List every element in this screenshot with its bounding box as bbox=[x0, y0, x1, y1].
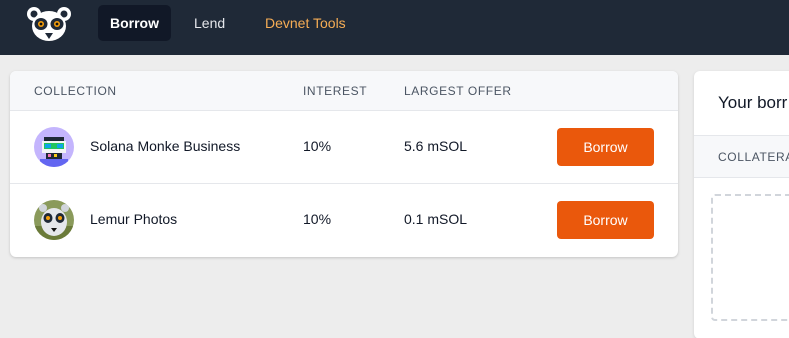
lemur-photo-avatar-icon bbox=[34, 200, 74, 240]
borrow-button[interactable]: Borrow bbox=[557, 201, 654, 239]
header-collection: COLLECTION bbox=[34, 84, 117, 98]
largest-offer-value: 5.6 mSOL bbox=[404, 138, 468, 154]
top-nav-bar: Borrow Lend Devnet Tools bbox=[0, 0, 789, 55]
interest-value: 10% bbox=[303, 138, 332, 154]
collections-table: COLLECTION INTEREST LARGEST OFFER Solana… bbox=[10, 71, 678, 257]
header-interest: INTEREST bbox=[303, 84, 368, 98]
table-header: COLLECTION INTEREST LARGEST OFFER bbox=[10, 71, 678, 111]
largest-offer-value: 0.1 mSOL bbox=[404, 211, 468, 227]
collection-name: Solana Monke Business bbox=[90, 138, 241, 154]
nav-devnet-tools[interactable]: Devnet Tools bbox=[253, 5, 358, 41]
your-borrowings-panel: Your borr COLLATERA bbox=[694, 71, 789, 338]
panel-table-header: COLLATERA bbox=[694, 135, 789, 178]
table-row: Solana Monke Business 10% 5.6 mSOL Borro… bbox=[10, 111, 678, 184]
table-row: Lemur Photos 10% 0.1 mSOL Borrow bbox=[10, 184, 678, 257]
interest-value: 10% bbox=[303, 211, 332, 227]
header-largest-offer: LARGEST OFFER bbox=[404, 84, 512, 98]
lemur-logo-icon[interactable] bbox=[26, 5, 72, 45]
nav-borrow[interactable]: Borrow bbox=[98, 5, 171, 41]
borrow-button[interactable]: Borrow bbox=[557, 128, 654, 166]
solana-monke-avatar-icon bbox=[34, 127, 74, 167]
nav-lend[interactable]: Lend bbox=[182, 5, 237, 41]
empty-dropzone bbox=[711, 194, 789, 321]
collection-name: Lemur Photos bbox=[90, 211, 178, 227]
panel-title: Your borr bbox=[718, 93, 788, 112]
header-collateral: COLLATERA bbox=[718, 150, 789, 164]
